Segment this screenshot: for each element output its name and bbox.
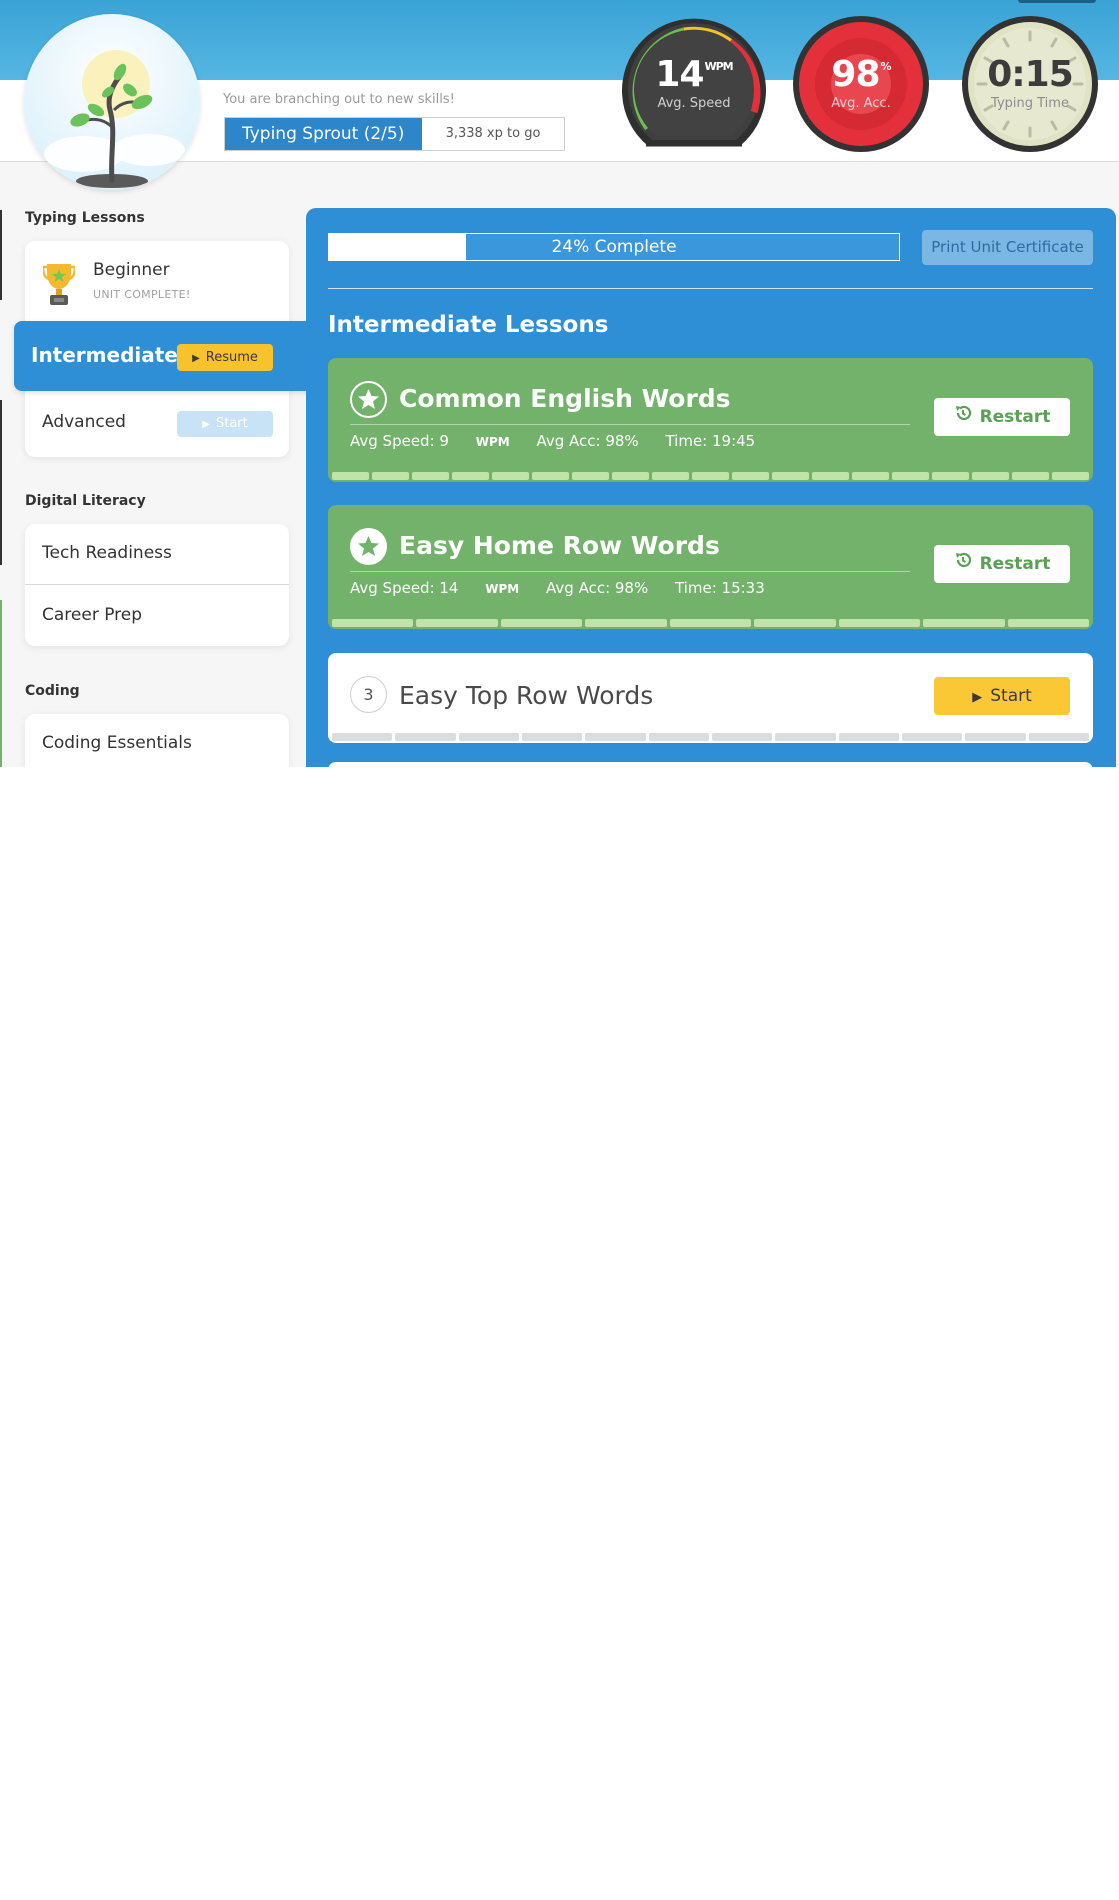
speed-gauge: 14WPM Avg. Speed — [618, 16, 770, 152]
lesson-progress-segments — [332, 733, 1089, 741]
intermediate-label: Intermediate — [31, 343, 178, 367]
unit-progress-bar: 24% Complete — [328, 233, 900, 261]
sidebar-item-intermediate[interactable]: Intermediate ▶ Resume — [14, 321, 310, 391]
divider — [25, 584, 289, 585]
xp-to-go: 3,338 xp to go — [445, 126, 541, 141]
digital-literacy-heading: Digital Literacy — [25, 493, 146, 509]
star-badge-icon — [350, 528, 387, 565]
play-icon: ▶ — [972, 690, 983, 705]
start-button[interactable]: ▶ Start — [934, 677, 1070, 715]
coding-heading: Coding — [25, 683, 80, 699]
sidebar-item-career-prep[interactable]: Career Prep — [42, 605, 142, 625]
digital-literacy-card: Tech Readiness Career Prep — [25, 524, 289, 646]
lesson-title: Common English Words — [399, 384, 731, 413]
sidebar-item-coding-essentials[interactable]: Coding Essentials — [42, 733, 192, 753]
sprout-avatar — [24, 14, 200, 190]
lesson-progress-segments — [332, 619, 1089, 627]
sprout-plant-icon — [44, 50, 185, 188]
accuracy-value: 98% — [831, 54, 891, 95]
restart-history-icon — [954, 398, 972, 436]
star-badge-icon — [350, 381, 387, 418]
level-message: You are branching out to new skills! — [223, 92, 455, 107]
lesson-time: Time: 19:45 — [665, 432, 756, 450]
lesson-title: Easy Top Row Words — [399, 681, 654, 710]
next-lesson-card[interactable] — [328, 762, 1093, 767]
lesson-number: 3 — [350, 676, 387, 713]
lesson-stats: Avg Speed: 14 WPM Avg Acc: 98% Time: 15:… — [350, 579, 787, 597]
beginner-status: UNIT COMPLETE! — [93, 288, 191, 301]
lesson-accuracy: Avg Acc: 98% — [536, 432, 639, 450]
restart-history-icon — [954, 545, 972, 583]
lesson-time: Time: 15:33 — [675, 579, 765, 597]
play-icon: ▶ — [192, 353, 200, 364]
trophy-icon — [41, 261, 77, 311]
time-gauge: 0:15 Typing Time — [954, 16, 1106, 152]
sidebar-edge — [0, 600, 2, 767]
play-icon: ▶ — [202, 419, 210, 430]
section-title: Intermediate Lessons — [328, 312, 609, 338]
accuracy-gauge: 98% Avg. Acc. — [785, 16, 937, 152]
typing-time-label: Typing Time — [991, 96, 1069, 111]
lesson-stats: Avg Speed: 9 WPM Avg Acc: 98% Time: 19:4… — [350, 432, 777, 450]
accuracy-label: Avg. Acc. — [831, 96, 891, 111]
restart-button[interactable]: Restart — [934, 398, 1070, 436]
header-tab[interactable] — [1018, 0, 1096, 3]
speed-label: Avg. Speed — [657, 96, 731, 111]
unit-progress-text: 24% Complete — [551, 237, 677, 257]
resume-button[interactable]: ▶ Resume — [177, 344, 273, 371]
level-progress-bar: Typing Sprout (2/5) 3,338 xp to go — [224, 117, 565, 151]
typing-lessons-heading: Typing Lessons — [25, 210, 145, 226]
lesson-card-common-english-words[interactable]: Common English Words Avg Speed: 9 WPM Av… — [328, 358, 1093, 482]
typing-dashboard: You are branching out to new skills! Typ… — [0, 0, 1119, 767]
coding-card: Coding Essentials — [25, 714, 289, 767]
lesson-speed: Avg Speed: 9 WPM — [350, 432, 510, 450]
speed-value: 14WPM — [655, 54, 733, 95]
sidebar-item-advanced[interactable]: Advanced — [42, 412, 126, 432]
advanced-start-button[interactable]: ▶ Start — [177, 411, 273, 437]
lesson-progress-segments — [332, 472, 1089, 480]
level-name: Typing Sprout (2/5) — [225, 118, 422, 150]
lesson-title: Easy Home Row Words — [399, 531, 720, 560]
lesson-divider — [350, 424, 910, 425]
sidebar-item-tech-readiness[interactable]: Tech Readiness — [42, 543, 172, 563]
print-certificate-button[interactable]: Print Unit Certificate — [922, 230, 1093, 265]
restart-button[interactable]: Restart — [934, 545, 1070, 583]
lessons-panel: 24% Complete Print Unit Certificate Inte… — [306, 208, 1116, 767]
lesson-speed: Avg Speed: 14 WPM — [350, 579, 520, 597]
typing-time-value: 0:15 — [987, 54, 1074, 95]
lesson-accuracy: Avg Acc: 98% — [546, 579, 649, 597]
panel-divider — [328, 288, 1093, 289]
sidebar-item-beginner[interactable]: Beginner — [93, 260, 170, 280]
lesson-card-easy-top-row-words[interactable]: 3 Easy Top Row Words ▶ Start — [328, 653, 1093, 743]
lesson-card-easy-home-row-words[interactable]: Easy Home Row Words Avg Speed: 14 WPM Av… — [328, 505, 1093, 629]
sidebar-edge — [0, 400, 2, 565]
sidebar-edge — [0, 210, 2, 300]
lesson-divider — [350, 571, 910, 572]
